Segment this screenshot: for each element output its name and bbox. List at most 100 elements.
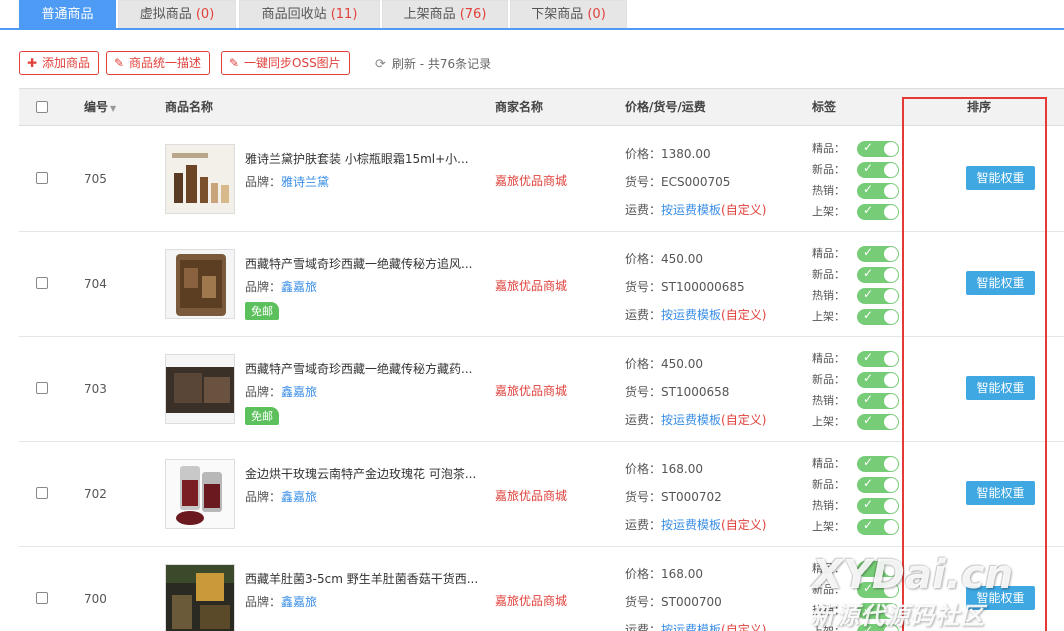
toggle-featured[interactable]: ✓	[857, 455, 899, 472]
product-name-link[interactable]: 金边烘干玫瑰云南特产金边玫瑰花 可泡茶...	[245, 465, 485, 482]
row-checkbox[interactable]	[36, 382, 48, 394]
product-brand: 品牌：鑫嘉旅	[245, 593, 317, 610]
shipping-template-link[interactable]: 按运费模板	[661, 308, 721, 322]
shipping-label: 运费：	[625, 623, 662, 631]
tab-normal-goods[interactable]: 普通商品	[19, 0, 116, 28]
smart-weight-button[interactable]: 智能权重	[966, 166, 1035, 190]
toggle-hot[interactable]: ✓	[857, 182, 899, 199]
toggle-listed[interactable]: ✓	[857, 308, 899, 325]
shipping-custom-link[interactable]: (自定义)	[721, 308, 766, 322]
toggle-new[interactable]: ✓	[857, 266, 899, 283]
toggle-featured[interactable]: ✓	[857, 350, 899, 367]
sync-oss-images-button[interactable]: ✎ 一键同步OSS图片	[221, 51, 350, 75]
merchant-name: 嘉旅优品商城	[495, 594, 568, 608]
product-brand: 品牌：鑫嘉旅	[245, 383, 317, 400]
product-name-link[interactable]: 西藏特产雪域奇珍西藏一绝藏传秘方藏药...	[245, 360, 485, 377]
toggle-featured[interactable]: ✓	[857, 140, 899, 157]
product-thumbnail[interactable]	[165, 249, 235, 319]
brand-link[interactable]: 雅诗兰黛	[281, 175, 329, 189]
brand-link[interactable]: 鑫嘉旅	[281, 385, 317, 399]
toggle-knob	[884, 394, 898, 408]
tag-label-new: 新品：	[812, 373, 845, 386]
shipping-custom-link[interactable]: (自定义)	[721, 203, 766, 217]
check-icon: ✓	[863, 203, 874, 217]
refresh-icon: ⟳	[375, 57, 386, 72]
shipping-template-link[interactable]: 按运费模板	[661, 203, 721, 217]
shipping-template-link[interactable]: 按运费模板	[661, 518, 721, 532]
toggle-knob	[884, 142, 898, 156]
toggle-listed[interactable]: ✓	[857, 518, 899, 535]
brand-link[interactable]: 鑫嘉旅	[281, 595, 317, 609]
sku-value: ST100000685	[661, 280, 745, 294]
add-goods-button[interactable]: ✚ 添加商品	[19, 51, 100, 75]
plus-icon: ✚	[26, 56, 38, 70]
row-checkbox[interactable]	[36, 487, 48, 499]
sort-caret-icon: ▼	[110, 104, 117, 113]
product-name-link[interactable]: 西藏特产雪域奇珍西藏一绝藏传秘方追风...	[245, 255, 485, 272]
product-id: 703	[84, 382, 107, 396]
product-thumbnail[interactable]	[165, 564, 235, 631]
merchant-name: 嘉旅优品商城	[495, 489, 568, 503]
product-thumbnail[interactable]	[165, 459, 235, 529]
merchant-name: 嘉旅优品商城	[495, 279, 568, 293]
tab-count: (11)	[330, 7, 358, 22]
column-id[interactable]: 编号 ▼	[84, 89, 116, 127]
row-checkbox[interactable]	[36, 277, 48, 289]
product-id: 700	[84, 592, 107, 606]
shipping-custom-link[interactable]: (自定义)	[721, 623, 766, 631]
toggle-knob	[884, 247, 898, 261]
tag-label-listed: 上架：	[812, 520, 845, 533]
toggle-new[interactable]: ✓	[857, 476, 899, 493]
free-shipping-badge: 免邮	[245, 407, 279, 425]
watermark-logo: XYDai.cn	[812, 552, 1014, 598]
product-thumbnail[interactable]	[165, 144, 235, 214]
check-icon: ✓	[863, 476, 874, 490]
tab-listed-goods[interactable]: 上架商品 (76)	[382, 0, 508, 28]
tab-label: 商品回收站	[261, 7, 331, 22]
sku-label: 货号：	[625, 385, 662, 399]
toggle-new[interactable]: ✓	[857, 371, 899, 388]
tab-delisted-goods[interactable]: 下架商品 (0)	[510, 0, 627, 28]
toggle-new[interactable]: ✓	[857, 161, 899, 178]
toggle-hot[interactable]: ✓	[857, 392, 899, 409]
refresh-link[interactable]: ⟳ 刷新 - 共76条记录	[375, 55, 491, 72]
column-price: 价格/货号/运费	[625, 100, 706, 114]
row-checkbox[interactable]	[36, 172, 48, 184]
brand-link[interactable]: 鑫嘉旅	[281, 280, 317, 294]
toggle-listed[interactable]: ✓	[857, 413, 899, 430]
table-row: 703 西藏特产雪域奇珍西藏一绝藏传秘方藏药... 品牌：鑫嘉旅 免邮 嘉旅优品商城 价格…	[19, 337, 1064, 442]
product-name-link[interactable]: 雅诗兰黛护肤套装 小棕瓶眼霜15ml+小...	[245, 150, 485, 167]
shipping-custom-link[interactable]: (自定义)	[721, 413, 766, 427]
tag-label-new: 新品：	[812, 478, 845, 491]
smart-weight-button[interactable]: 智能权重	[966, 481, 1035, 505]
sku-line: 货号：ST000700	[625, 593, 722, 610]
free-shipping-badge: 免邮	[245, 302, 279, 320]
toggle-listed[interactable]: ✓	[857, 203, 899, 220]
product-thumbnail[interactable]	[165, 354, 235, 424]
table-row: 704 西藏特产雪域奇珍西藏一绝藏传秘方追风... 品牌：鑫嘉旅 免邮 嘉旅优品商城 价格…	[19, 232, 1064, 337]
tab-recycle-bin[interactable]: 商品回收站 (11)	[239, 0, 380, 28]
smart-weight-button[interactable]: 智能权重	[966, 376, 1035, 400]
shipping-custom-link[interactable]: (自定义)	[721, 518, 766, 532]
brand-link[interactable]: 鑫嘉旅	[281, 490, 317, 504]
check-icon: ✓	[863, 287, 874, 301]
table-row: 702 金边烘干玫瑰云南特产金边玫瑰花 可泡茶... 品牌：鑫嘉旅 嘉旅优品商城 价格：…	[19, 442, 1064, 547]
toggle-knob	[884, 184, 898, 198]
toggle-hot[interactable]: ✓	[857, 497, 899, 514]
shipping-template-link[interactable]: 按运费模板	[661, 623, 721, 631]
toggle-featured[interactable]: ✓	[857, 245, 899, 262]
row-checkbox[interactable]	[36, 592, 48, 604]
toggle-hot[interactable]: ✓	[857, 287, 899, 304]
tag-label-featured: 精品：	[812, 142, 845, 155]
product-name-link[interactable]: 西藏羊肚菌3-5cm 野生羊肚菌香菇干货西...	[245, 570, 485, 587]
check-icon: ✓	[863, 392, 874, 406]
toggle-knob	[884, 163, 898, 177]
unified-description-button[interactable]: ✎ 商品统一描述	[106, 51, 211, 75]
tab-virtual-goods[interactable]: 虚拟商品 (0)	[118, 0, 236, 28]
select-all-checkbox[interactable]	[36, 101, 48, 113]
check-icon: ✓	[863, 371, 874, 385]
smart-weight-button[interactable]: 智能权重	[966, 271, 1035, 295]
shipping-template-link[interactable]: 按运费模板	[661, 413, 721, 427]
shipping-label: 运费：	[625, 518, 662, 532]
shipping-line: 运费：按运费模板(自定义)	[625, 516, 766, 533]
